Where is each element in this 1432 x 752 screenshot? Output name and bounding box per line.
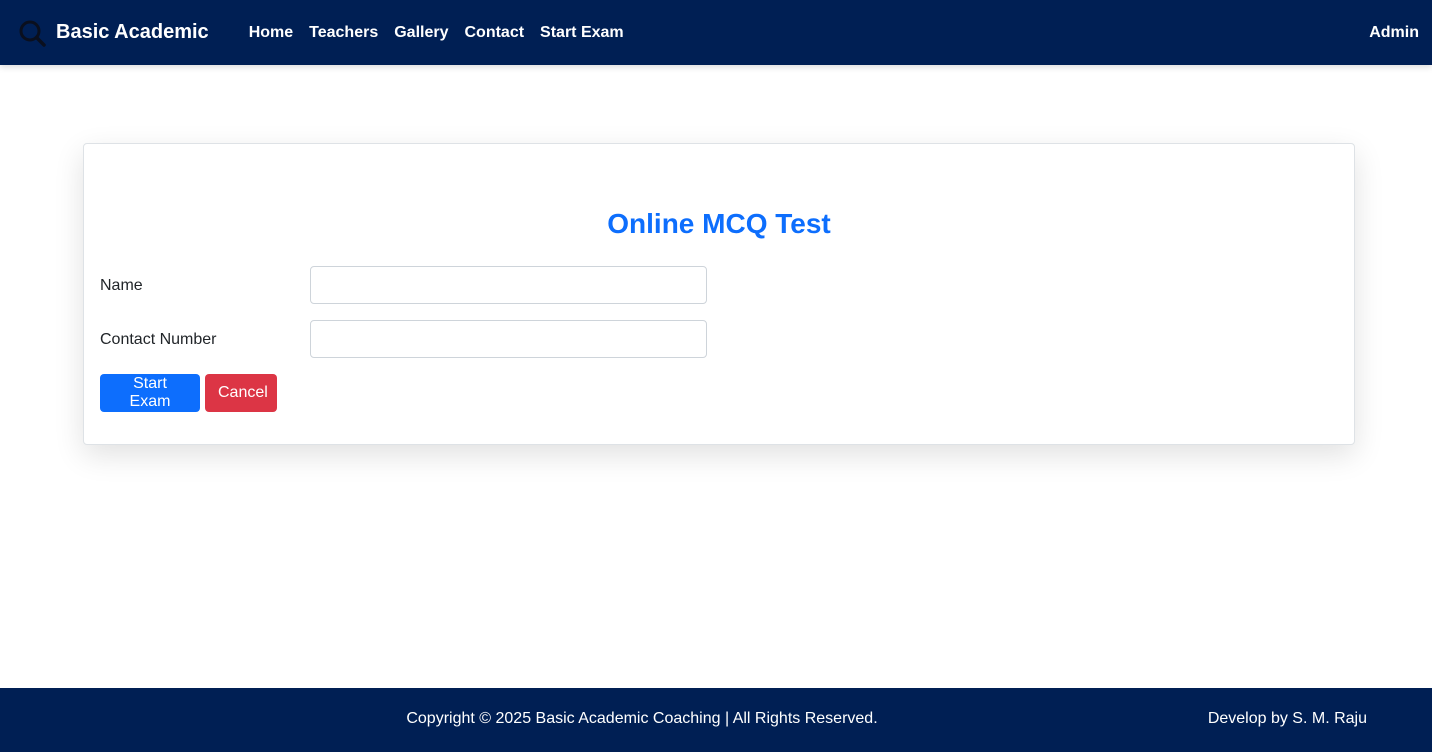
nav-link-home[interactable]: Home xyxy=(249,24,293,42)
nav-link-teachers[interactable]: Teachers xyxy=(309,24,378,42)
nav-link-contact[interactable]: Contact xyxy=(464,24,524,42)
nav-link-start-exam[interactable]: Start Exam xyxy=(540,24,624,42)
name-input[interactable] xyxy=(310,266,707,304)
nav-link-admin[interactable]: Admin xyxy=(1369,24,1419,42)
brand[interactable]: Basic Academic xyxy=(18,19,209,47)
cancel-button[interactable]: Cancel xyxy=(205,374,277,412)
top-navbar: Basic Academic Home Teachers Gallery Con… xyxy=(0,0,1432,65)
exam-form-card: Online MCQ Test Name Contact Number Star… xyxy=(83,143,1355,445)
nav-link-gallery[interactable]: Gallery xyxy=(394,24,448,42)
footer-copyright: Copyright © 2025 Basic Academic Coaching… xyxy=(406,710,878,727)
start-exam-button[interactable]: Start Exam xyxy=(100,374,200,412)
nav-links: Home Teachers Gallery Contact Start Exam xyxy=(249,24,640,42)
name-label: Name xyxy=(100,277,143,294)
footer: Copyright © 2025 Basic Academic Coaching… xyxy=(0,688,1432,752)
contact-number-input[interactable] xyxy=(310,320,707,358)
footer-developer-credit: Develop by S. M. Raju xyxy=(1207,710,1367,727)
magnifier-logo-icon xyxy=(19,20,46,47)
form-title: Online MCQ Test xyxy=(607,208,831,239)
brand-name: Basic Academic xyxy=(56,21,209,43)
contact-number-label: Contact Number xyxy=(100,331,217,348)
